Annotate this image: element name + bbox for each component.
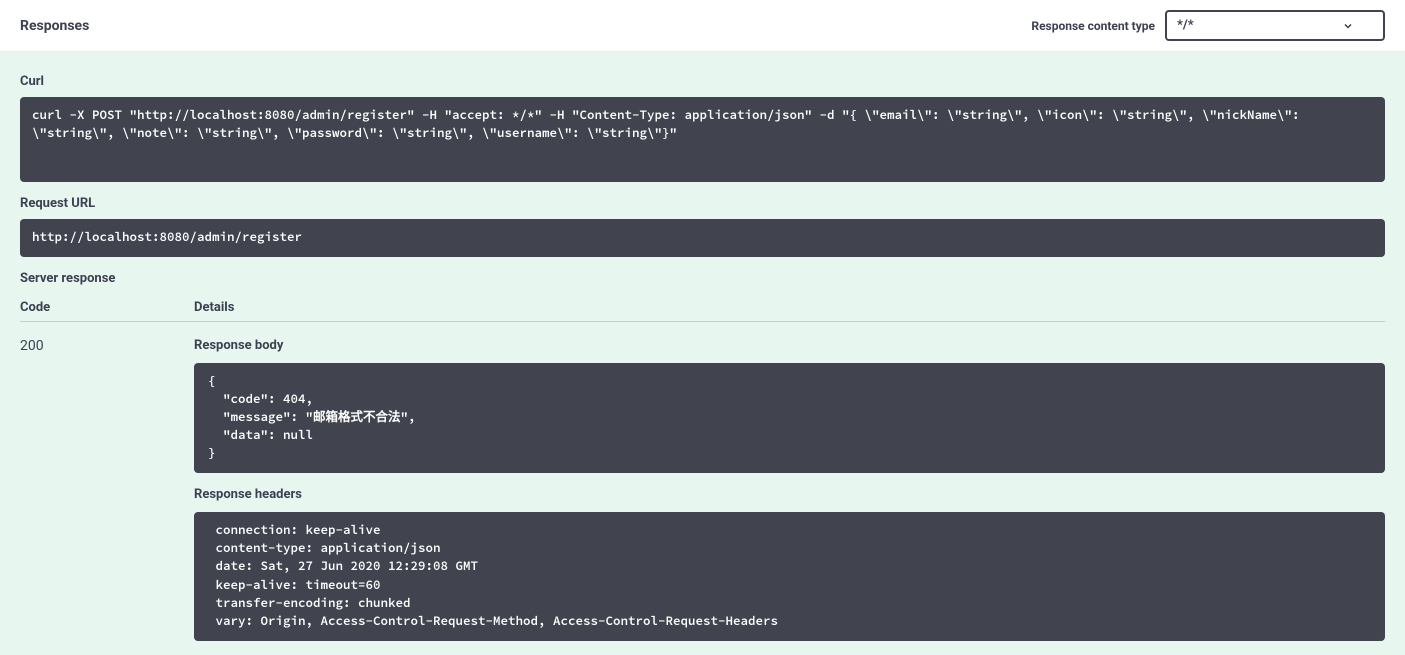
col-code-header: Code (20, 300, 194, 315)
curl-label: Curl (20, 74, 1385, 89)
content-type-wrap: Response content type */* (1031, 10, 1385, 41)
response-table-header: Code Details (20, 294, 1385, 322)
responses-header: Responses Response content type */* (0, 0, 1405, 52)
curl-block[interactable]: curl -X POST "http://localhost:8080/admi… (20, 97, 1385, 182)
request-url-label: Request URL (20, 196, 1385, 211)
response-body-label: Response body (194, 338, 1385, 353)
response-headers-label: Response headers (194, 487, 1385, 502)
responses-title: Responses (20, 18, 89, 34)
details-column: Response body { "code": 404, "message": … (194, 336, 1385, 655)
content-type-select[interactable]: */* (1165, 10, 1385, 41)
response-table-row: 200 Response body { "code": 404, "messag… (20, 322, 1385, 655)
status-code: 200 (20, 336, 194, 655)
chevron-down-icon (1343, 21, 1353, 31)
content-type-label: Response content type (1031, 19, 1155, 33)
request-url-block[interactable]: http://localhost:8080/admin/register (20, 219, 1385, 257)
col-details-header: Details (194, 300, 1385, 315)
response-headers-block[interactable]: connection: keep-alive content-type: app… (194, 512, 1385, 641)
server-response-label: Server response (20, 271, 1385, 286)
content-type-value: */* (1177, 18, 1194, 33)
responses-body-section: Curl curl -X POST "http://localhost:8080… (0, 52, 1405, 655)
response-body-block[interactable]: { "code": 404, "message": "邮箱格式不合法", "da… (194, 363, 1385, 474)
